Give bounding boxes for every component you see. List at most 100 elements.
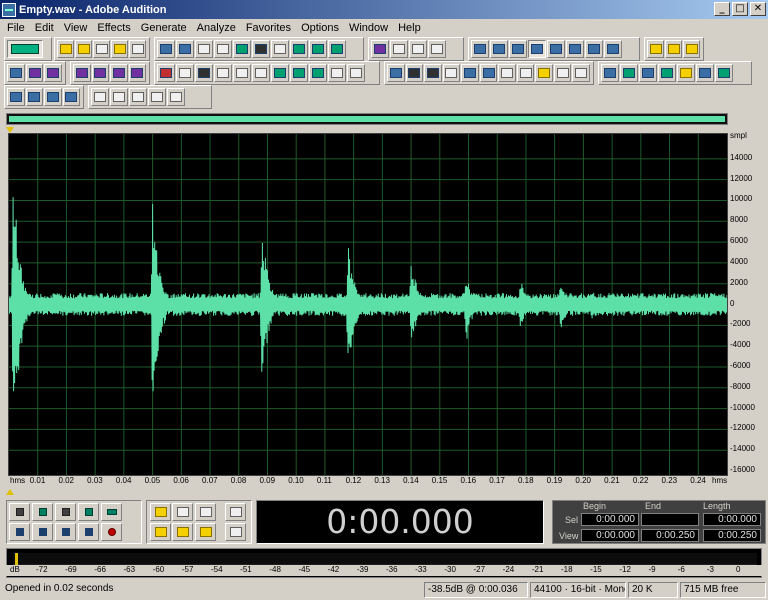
wave-effect-button[interactable] bbox=[479, 64, 498, 82]
snap-to-cues-button[interactable] bbox=[390, 40, 408, 58]
fast-forward-button[interactable] bbox=[55, 522, 76, 541]
snap-to-ruler-button[interactable] bbox=[371, 40, 389, 58]
cut-button[interactable] bbox=[252, 40, 270, 58]
overview-range[interactable] bbox=[9, 116, 725, 122]
menu-window[interactable]: Window bbox=[344, 22, 393, 34]
menu-options[interactable]: Options bbox=[296, 22, 344, 34]
close-file-button[interactable] bbox=[93, 40, 110, 58]
maximize-button[interactable]: □ bbox=[732, 2, 748, 16]
spectral-view-button[interactable] bbox=[7, 64, 25, 82]
menu-file[interactable]: File bbox=[2, 22, 30, 34]
play-looped-view-button[interactable] bbox=[528, 40, 546, 58]
zoom-fit-button[interactable] bbox=[167, 88, 185, 106]
selection-begin-field[interactable]: 0:00.000 bbox=[581, 513, 639, 526]
phase-button[interactable] bbox=[44, 88, 62, 106]
selection-length-field[interactable]: 0:00.000 bbox=[703, 513, 761, 526]
play-to-end-button[interactable] bbox=[78, 503, 99, 521]
info-button[interactable] bbox=[509, 40, 527, 58]
waveform-canvas[interactable] bbox=[8, 134, 728, 475]
minimize-button[interactable]: _ bbox=[714, 2, 730, 16]
waveform-view-toggle-button[interactable] bbox=[7, 40, 43, 58]
app-icon[interactable] bbox=[2, 2, 16, 17]
go-to-end-button[interactable] bbox=[78, 522, 99, 541]
pause-button[interactable] bbox=[55, 503, 76, 521]
play-list-button[interactable] bbox=[490, 40, 508, 58]
paste-button[interactable] bbox=[271, 40, 289, 58]
trim-button[interactable] bbox=[328, 40, 346, 58]
envelope-button[interactable] bbox=[271, 64, 289, 82]
dc-offset-button[interactable] bbox=[214, 64, 232, 82]
zoom-left-edge-button[interactable] bbox=[172, 523, 193, 541]
time-selection-tool-button[interactable] bbox=[73, 64, 91, 82]
selection-end-field[interactable] bbox=[641, 513, 699, 526]
invert-button[interactable] bbox=[157, 64, 175, 82]
stereo-field-button[interactable] bbox=[347, 64, 365, 82]
menu-analyze[interactable]: Analyze bbox=[192, 22, 241, 34]
time-stretch-button[interactable] bbox=[553, 64, 572, 82]
generate-noise-button[interactable] bbox=[620, 64, 638, 82]
waveform-display[interactable] bbox=[8, 133, 728, 476]
cue-list-button[interactable] bbox=[471, 40, 489, 58]
channel-mixer-button[interactable] bbox=[252, 64, 270, 82]
eq-effect-button[interactable] bbox=[461, 64, 479, 82]
zoom-out-full-button[interactable] bbox=[195, 503, 216, 521]
pitch-effect-button[interactable] bbox=[535, 64, 553, 82]
mix-paste-button[interactable] bbox=[309, 40, 327, 58]
view-end-field[interactable]: 0:00.250 bbox=[641, 529, 699, 542]
scripts-button[interactable] bbox=[696, 64, 714, 82]
waveform-view-button[interactable] bbox=[25, 64, 44, 82]
zoom-right-edge-button[interactable] bbox=[195, 523, 216, 541]
dtmf-button[interactable] bbox=[658, 64, 676, 82]
metronome-button[interactable] bbox=[129, 88, 147, 106]
noise-reduction-button[interactable] bbox=[498, 64, 516, 82]
undo-button[interactable] bbox=[157, 40, 175, 58]
fade-button[interactable] bbox=[290, 64, 308, 82]
new-file-button[interactable] bbox=[57, 40, 74, 58]
adjust-sample-rate-button[interactable] bbox=[110, 88, 128, 106]
menu-help[interactable]: Help bbox=[393, 22, 426, 34]
properties-button[interactable] bbox=[647, 40, 664, 58]
zoom-to-selection-button[interactable] bbox=[150, 523, 171, 541]
play-button[interactable] bbox=[32, 503, 53, 521]
generate-tones-button[interactable] bbox=[601, 64, 619, 82]
copy-to-new-button[interactable] bbox=[233, 40, 251, 58]
pan-expand-button[interactable] bbox=[328, 64, 346, 82]
normalize-button[interactable] bbox=[309, 64, 327, 82]
zoom-in-vertical-button[interactable] bbox=[225, 503, 246, 521]
snap-to-zero-button[interactable] bbox=[409, 40, 427, 58]
zoom-out-vertical-button[interactable] bbox=[225, 523, 246, 541]
menu-edit[interactable]: Edit bbox=[30, 22, 59, 34]
frequency-analysis-button[interactable] bbox=[566, 40, 584, 58]
analysis-button[interactable] bbox=[7, 88, 25, 106]
spectral-pan-button[interactable] bbox=[44, 64, 63, 82]
amplify-button[interactable] bbox=[233, 64, 251, 82]
start-marker-bottom-icon[interactable] bbox=[6, 489, 14, 495]
click-eliminator-button[interactable] bbox=[516, 64, 535, 82]
lasso-tool-button[interactable] bbox=[110, 64, 128, 82]
brainwave-button[interactable] bbox=[715, 64, 733, 82]
save-as-button[interactable] bbox=[129, 40, 146, 58]
generate-silence-button[interactable] bbox=[639, 64, 657, 82]
stop-button[interactable] bbox=[9, 503, 30, 521]
copy-button[interactable] bbox=[214, 40, 232, 58]
overview-bar[interactable] bbox=[6, 113, 728, 125]
zoom-out-horizontal-button[interactable] bbox=[172, 503, 193, 521]
view-begin-field[interactable]: 0:00.000 bbox=[581, 529, 639, 542]
filter-effect-button[interactable] bbox=[442, 64, 461, 82]
menu-view[interactable]: View bbox=[59, 22, 93, 34]
marquee-tool-button[interactable] bbox=[91, 64, 109, 82]
dynamics-button[interactable] bbox=[572, 64, 591, 82]
open-file-button[interactable] bbox=[75, 40, 92, 58]
notepad-button[interactable] bbox=[665, 40, 682, 58]
menu-effects[interactable]: Effects bbox=[92, 22, 135, 34]
reverse-button[interactable] bbox=[176, 64, 194, 82]
close-button[interactable]: ✕ bbox=[750, 2, 766, 16]
menu-generate[interactable]: Generate bbox=[136, 22, 192, 34]
settings-button[interactable] bbox=[604, 40, 622, 58]
echo-effect-button[interactable] bbox=[405, 64, 424, 82]
repeat-last-command-button[interactable] bbox=[195, 40, 213, 58]
convert-sample-type-button[interactable] bbox=[91, 88, 109, 106]
rewind-button[interactable] bbox=[32, 522, 53, 541]
spectrum-button[interactable] bbox=[25, 88, 43, 106]
find-beats-button[interactable] bbox=[547, 40, 565, 58]
